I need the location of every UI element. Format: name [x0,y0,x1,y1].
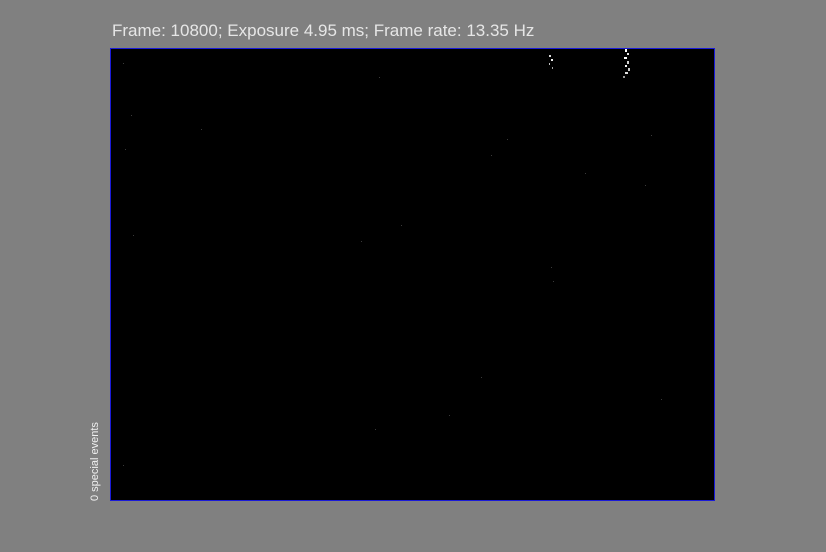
frame-status-text: Frame: 10800; Exposure 4.95 ms; Frame ra… [112,21,535,40]
camera-frame-view[interactable] [110,48,715,501]
frame-image [123,49,662,466]
viewer-window: Frame: 10800; Exposure 4.95 ms; Frame ra… [0,0,826,552]
special-events-counter: 0 special events [89,422,101,501]
hot-pixel-cluster-2 [623,49,630,78]
noise-specks [123,63,662,466]
hot-pixel-cluster-1 [549,55,553,69]
